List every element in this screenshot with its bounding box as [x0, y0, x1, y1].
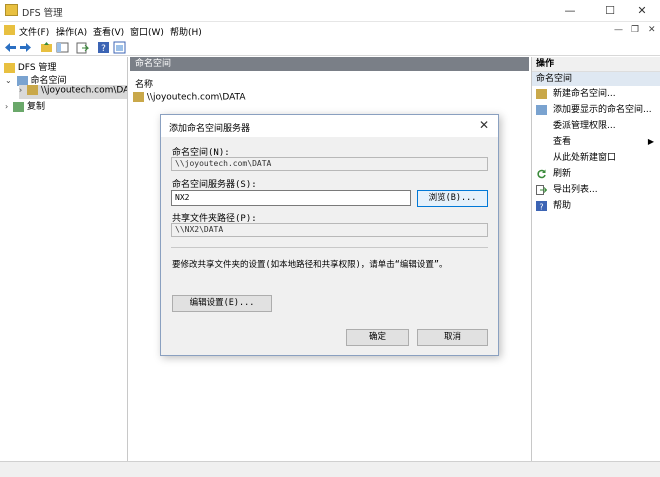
- tree-namespace-item-label: \\joyoutech.com\DATA: [40, 85, 127, 96]
- navigation-tree: DFS 管理 ⌄ 命名空间 › \\joyoutech.com\DATA › 复…: [0, 57, 128, 461]
- action-refresh[interactable]: 刷新: [532, 166, 660, 182]
- share-path-field: \\NX2\DATA: [171, 223, 488, 237]
- action-new-namespace[interactable]: 新建命名空间...: [532, 86, 660, 102]
- menu-view[interactable]: 查看(V): [93, 25, 124, 38]
- mdi-minimize-icon[interactable]: —: [614, 25, 623, 35]
- dialog-close-icon[interactable]: ✕: [479, 118, 489, 132]
- mdi-close-icon[interactable]: ✕: [648, 25, 656, 35]
- menu-window[interactable]: 窗口(W): [130, 25, 164, 38]
- action-view[interactable]: 查看 ▶: [532, 134, 660, 150]
- action-label: 刷新: [553, 169, 572, 179]
- namespace-server-input[interactable]: NX2: [171, 190, 411, 206]
- add-namespace-server-dialog: 添加命名空间服务器 ✕ 命名空间(N): \\joyoutech.com\DAT…: [160, 114, 499, 356]
- dialog-title: 添加命名空间服务器: [169, 124, 251, 134]
- menu-action[interactable]: 操作(A): [56, 25, 87, 38]
- export-list-icon: [536, 185, 547, 195]
- close-button[interactable]: ✕: [624, 0, 660, 22]
- namespace-root-icon: [27, 85, 39, 95]
- dialog-title-bar: 添加命名空间服务器 ✕: [161, 115, 498, 137]
- actions-pane: 操作 命名空间 新建命名空间... 添加要显示的命名空间... 委派管理权限..…: [531, 57, 660, 461]
- tree-replication-label: 复制: [26, 102, 45, 112]
- browse-button[interactable]: 浏览(B)...: [417, 190, 488, 207]
- forward-arrow-icon[interactable]: [19, 41, 32, 54]
- submenu-arrow-icon: ▶: [647, 137, 654, 146]
- namespace-icon: [16, 75, 28, 86]
- actions-header: 操作: [532, 57, 660, 72]
- tree-root-dfs[interactable]: DFS 管理: [4, 60, 56, 73]
- tree-node-replication[interactable]: › 复制: [5, 99, 45, 112]
- action-label: 委派管理权限...: [553, 121, 616, 131]
- action-label: 导出列表...: [553, 185, 598, 195]
- status-bar: [0, 461, 660, 477]
- divider: [171, 247, 488, 248]
- list-item[interactable]: \\joyoutech.com\DATA: [133, 92, 246, 103]
- namespace-field: \\joyoutech.com\DATA: [171, 157, 488, 171]
- menu-bar: 文件(F) 操作(A) 查看(V) 窗口(W) 帮助(H) — ❐ ✕: [0, 22, 660, 39]
- collapsed-chevron-icon[interactable]: ›: [5, 102, 8, 111]
- menu-help[interactable]: 帮助(H): [170, 25, 202, 38]
- svg-text:?: ?: [101, 44, 106, 54]
- column-header-name[interactable]: 名称: [135, 77, 153, 90]
- action-label: 新建命名空间...: [553, 89, 616, 99]
- actions-section-namespace[interactable]: 命名空间: [532, 72, 660, 86]
- list-item-label: \\joyoutech.com\DATA: [146, 92, 246, 103]
- action-help[interactable]: ? 帮助: [532, 198, 660, 214]
- toolbar: ?: [0, 39, 660, 56]
- export-list-icon[interactable]: [76, 41, 89, 54]
- cancel-button[interactable]: 取消: [417, 329, 488, 346]
- dfs-icon: [4, 62, 15, 73]
- edit-settings-info: 要修改共享文件夹的设置(如本地路径和共享权限)，请单击“编辑设置”。: [172, 260, 448, 270]
- title-bar: DFS 管理 — ☐ ✕: [0, 0, 660, 22]
- window-title: DFS 管理: [22, 8, 63, 19]
- dfs-app-icon: [5, 4, 18, 16]
- up-folder-icon[interactable]: [40, 41, 53, 54]
- maximize-button[interactable]: ☐: [592, 0, 628, 22]
- action-delegate-permissions[interactable]: 委派管理权限...: [532, 118, 660, 134]
- edit-settings-button[interactable]: 编辑设置(E)...: [172, 295, 272, 312]
- ok-button[interactable]: 确定: [346, 329, 409, 346]
- action-add-namespace-to-display[interactable]: 添加要显示的命名空间...: [532, 102, 660, 118]
- show-hide-tree-icon[interactable]: [56, 41, 69, 54]
- minimize-button[interactable]: —: [552, 0, 588, 22]
- new-namespace-icon: [536, 89, 547, 99]
- back-arrow-icon[interactable]: [4, 41, 17, 54]
- properties-icon[interactable]: [113, 41, 126, 54]
- help-icon: ?: [536, 201, 547, 211]
- expanded-chevron-icon[interactable]: ⌄: [5, 76, 12, 85]
- action-label: 查看: [553, 137, 572, 147]
- replication-icon: [13, 101, 25, 112]
- namespace-root-icon: [133, 92, 144, 102]
- collapsed-chevron-icon[interactable]: ›: [19, 86, 22, 95]
- help-icon[interactable]: ?: [97, 41, 110, 54]
- action-export-list[interactable]: 导出列表...: [532, 182, 660, 198]
- tree-root-label: DFS 管理: [17, 63, 57, 73]
- tree-node-namespace-data[interactable]: › \\joyoutech.com\DATA: [19, 85, 127, 99]
- svg-text:?: ?: [539, 203, 543, 212]
- action-label: 添加要显示的命名空间...: [553, 105, 652, 115]
- action-label: 帮助: [553, 201, 572, 211]
- menu-file[interactable]: 文件(F): [19, 25, 49, 38]
- namespace-server-label: 命名空间服务器(S):: [172, 180, 257, 190]
- mdi-restore-icon[interactable]: ❐: [631, 25, 639, 35]
- action-label: 从此处新建窗口: [553, 153, 617, 163]
- dfs-menu-icon: [4, 25, 15, 35]
- refresh-icon: [537, 169, 546, 179]
- action-new-window-from-here[interactable]: 从此处新建窗口: [532, 150, 660, 166]
- add-namespace-icon: [536, 105, 547, 115]
- results-pane-header: 命名空间: [130, 57, 529, 71]
